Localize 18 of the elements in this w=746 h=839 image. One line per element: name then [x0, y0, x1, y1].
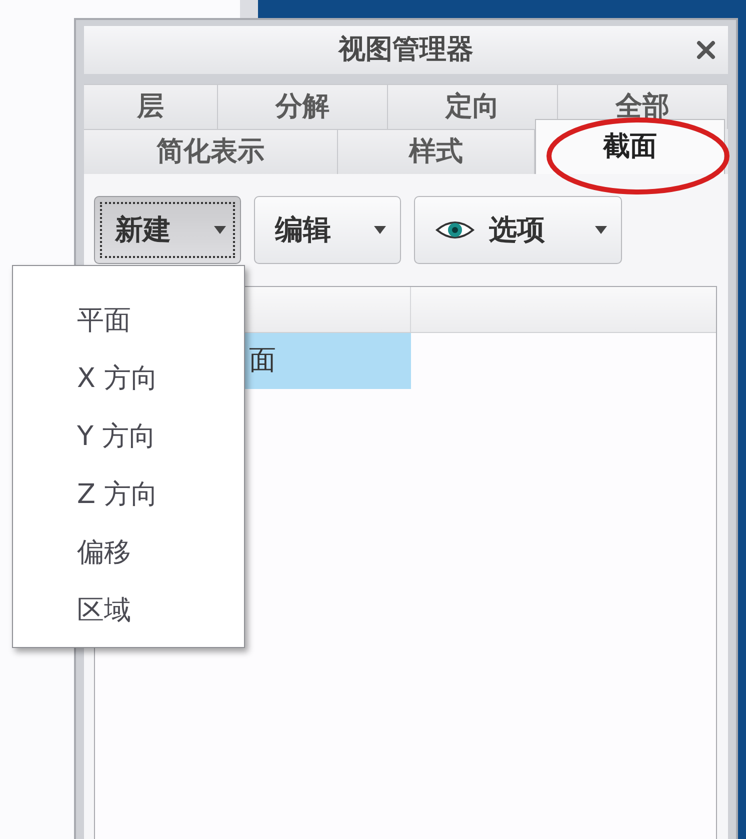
caret-icon — [595, 226, 607, 234]
tab[interactable]: 分解 — [218, 84, 388, 129]
menu-item[interactable]: 偏移 — [13, 524, 244, 582]
tab[interactable]: 层 — [84, 84, 218, 129]
eye-icon — [435, 219, 475, 241]
menu-item[interactable]: 区域 — [13, 582, 244, 640]
tab[interactable]: 样式 — [338, 129, 535, 174]
tab[interactable]: 定向 — [388, 84, 558, 129]
close-icon[interactable] — [696, 40, 716, 60]
menu-item[interactable]: Z 方向 — [13, 466, 244, 524]
dropdown-button[interactable]: 新建 — [94, 196, 241, 264]
menu-item[interactable]: Y 方向 — [13, 408, 244, 466]
dropdown-button[interactable]: 编辑 — [254, 196, 401, 264]
caret-icon — [374, 226, 386, 234]
dropdown-button[interactable]: 选项 — [414, 196, 622, 264]
tab[interactable]: 简化表示 — [84, 129, 338, 174]
caret-icon — [214, 226, 226, 234]
window-title: 视图管理器 — [338, 32, 474, 67]
